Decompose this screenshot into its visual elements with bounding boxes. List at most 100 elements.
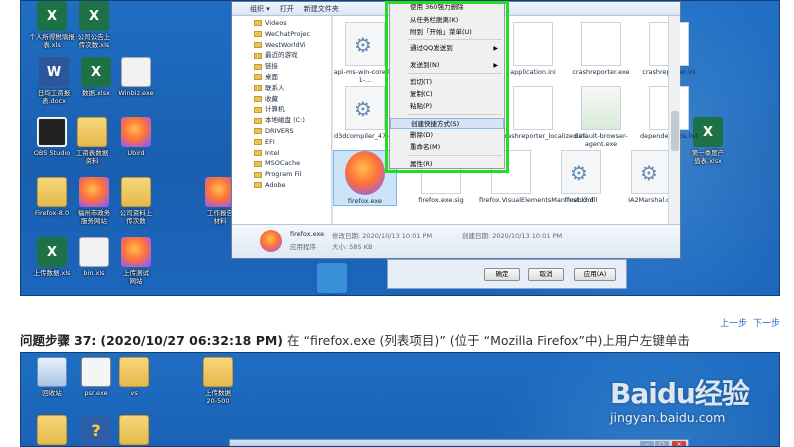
ok-button[interactable]: 确定 xyxy=(484,268,520,281)
folder-icon xyxy=(119,415,149,445)
nav-item-label: 计算机 xyxy=(265,105,285,114)
file-item-label: freebl3.dll xyxy=(564,196,598,204)
folder-icon xyxy=(254,160,262,167)
folder-icon xyxy=(254,182,262,189)
desktop-icon[interactable]: Winbiz.exe xyxy=(105,57,167,97)
desktop-icon-label: 上传测试 网站 xyxy=(123,269,149,285)
dll-file-icon xyxy=(345,86,385,130)
apply-button[interactable]: 应用(A) xyxy=(574,268,616,281)
firefox-icon xyxy=(345,151,385,195)
dll-file-icon xyxy=(561,150,601,194)
nav-item-label: Adobe xyxy=(265,180,286,189)
desktop-icon-label: 第一季度产 值表.xlsx xyxy=(691,149,725,165)
desktop-icon[interactable]: Ubird xyxy=(105,117,167,157)
toolbar-organize-button[interactable]: 组织 ▾ xyxy=(250,4,270,14)
nav-item-label: 收藏 xyxy=(265,94,278,103)
nav-item[interactable]: 桌面 xyxy=(254,72,331,83)
desktop-icon[interactable]: 上传数据 20-500 xyxy=(187,357,249,405)
details-modified: 修改日期: 2020/10/13 10:01 PM xyxy=(332,232,433,240)
desktop-icon[interactable]: 上传测试 网站 xyxy=(105,237,167,285)
toolbar-new-folder-button[interactable]: 新建文件夹 xyxy=(304,4,339,14)
dll-file-icon xyxy=(345,22,385,66)
file-item-label: application.ini xyxy=(510,68,556,76)
desktop-icon[interactable]: vs xyxy=(103,357,165,397)
bin-icon xyxy=(37,357,67,387)
nav-item[interactable]: 计算机 xyxy=(254,104,331,115)
toolbar-open-button[interactable]: 打开 xyxy=(280,4,294,14)
step-timestamp: (2020/10/27 06:32:18 PM) xyxy=(100,333,284,348)
maximize-icon[interactable]: □ xyxy=(655,441,669,446)
file-item-label: firefox.VisualElementsManifest.xml xyxy=(479,196,594,204)
desktop-icon[interactable]: X 公司公告上 传次数.xls xyxy=(63,1,125,49)
nav-item-label: Program Fil xyxy=(265,170,302,179)
folder-icon xyxy=(254,41,262,48)
file-list-scrollbar[interactable] xyxy=(668,16,680,226)
folder-icon xyxy=(254,95,262,102)
nav-item-label: 链接 xyxy=(265,62,278,71)
nav-item-label: WeChatProjec xyxy=(265,29,310,38)
nav-item-label: 本地磁盘 (C:) xyxy=(265,116,305,125)
nav-item[interactable]: EFI xyxy=(254,137,331,148)
step-highlight-box xyxy=(385,1,509,173)
nav-item-label: EFI xyxy=(265,137,275,146)
file-icon xyxy=(513,22,553,66)
firefox-icon xyxy=(260,230,282,252)
nav-item[interactable]: Intel xyxy=(254,148,331,159)
folder-icon xyxy=(77,117,107,147)
nav-item[interactable]: Videos xyxy=(254,18,331,29)
file-item[interactable]: freebl3.dll xyxy=(549,150,613,204)
folder-icon xyxy=(254,20,262,27)
file-item-label: firefox.exe xyxy=(347,197,383,205)
folder-icon xyxy=(254,139,262,146)
nav-item[interactable]: 最近的游戏 xyxy=(254,50,331,61)
file-item[interactable]: application.ini xyxy=(501,22,565,76)
step-caption: 问题步骤 37: (2020/10/27 06:32:18 PM) 在 “fir… xyxy=(20,330,690,349)
next-step-link[interactable]: 下一步 xyxy=(753,316,780,329)
nav-item-label: MSOCache xyxy=(265,159,301,168)
step-number: 37: xyxy=(74,333,97,348)
navigation-pane: Videos WeChatProjec WestWorldVi 最近的游戏 链接 桌面联系… xyxy=(232,16,332,226)
baidu-logo: Baidu经验 xyxy=(610,377,750,410)
desktop-icon[interactable]: 快捷 Microsoft... xyxy=(301,263,363,295)
nav-item[interactable]: MSOCache xyxy=(254,158,331,169)
close-icon[interactable]: × xyxy=(672,441,686,446)
nav-item[interactable]: WeChatProjec xyxy=(254,29,331,40)
step-pager: 上一步 下一步 xyxy=(720,316,780,329)
ff-icon xyxy=(121,237,151,267)
folder-icon xyxy=(203,357,233,387)
nav-item[interactable]: 本地磁盘 (C:) xyxy=(254,115,331,126)
nav-item-label: Videos xyxy=(265,19,287,27)
nav-item[interactable]: WestWorldVi xyxy=(254,40,331,51)
details-type: 应用程序 xyxy=(290,243,316,251)
nav-item[interactable]: 联系人 xyxy=(254,83,331,94)
folder-icon xyxy=(254,85,262,92)
background-dialog: 确定 取消 应用(A) xyxy=(387,259,627,289)
desktop-icon[interactable] xyxy=(103,415,165,446)
dll-file-icon xyxy=(631,150,671,194)
folder-icon xyxy=(254,106,262,113)
nav-item-label: 联系人 xyxy=(265,83,285,92)
desktop-icon-label: vs xyxy=(130,389,138,397)
minimize-icon[interactable]: – xyxy=(640,441,654,446)
prev-step-link[interactable]: 上一步 xyxy=(720,316,747,329)
file-item-label: firefox.exe.sig xyxy=(418,196,464,204)
baidu-url: jingyan.baidu.com xyxy=(610,410,726,425)
nav-item[interactable]: 链接 xyxy=(254,61,331,72)
folder-icon xyxy=(119,357,149,387)
nav-item-label: 桌面 xyxy=(265,72,278,81)
scrollbar-thumb[interactable] xyxy=(671,111,679,151)
nav-item[interactable]: Adobe xyxy=(254,180,331,191)
nav-item[interactable]: DRIVERS xyxy=(254,126,331,137)
file-item[interactable]: crashreporter_localized.ini xyxy=(501,86,587,140)
file-item[interactable]: crashreporter.exe xyxy=(569,22,633,76)
folder-icon xyxy=(254,117,262,124)
desktop-icon[interactable]: 公司资料上 传次数 xyxy=(105,177,167,225)
cancel-button[interactable]: 取消 xyxy=(528,268,564,281)
nav-item[interactable]: 收藏 xyxy=(254,94,331,105)
file-item[interactable]: default-browser-agent.exe xyxy=(569,86,633,148)
nav-item-label: WestWorldVi xyxy=(265,40,306,49)
folder-icon xyxy=(121,177,151,207)
step-description: 在 “firefox.exe (列表项目)” (位于 “Mozilla Fire… xyxy=(287,333,690,348)
nav-item[interactable]: Program Fil xyxy=(254,169,331,180)
folder-icon xyxy=(254,171,262,178)
